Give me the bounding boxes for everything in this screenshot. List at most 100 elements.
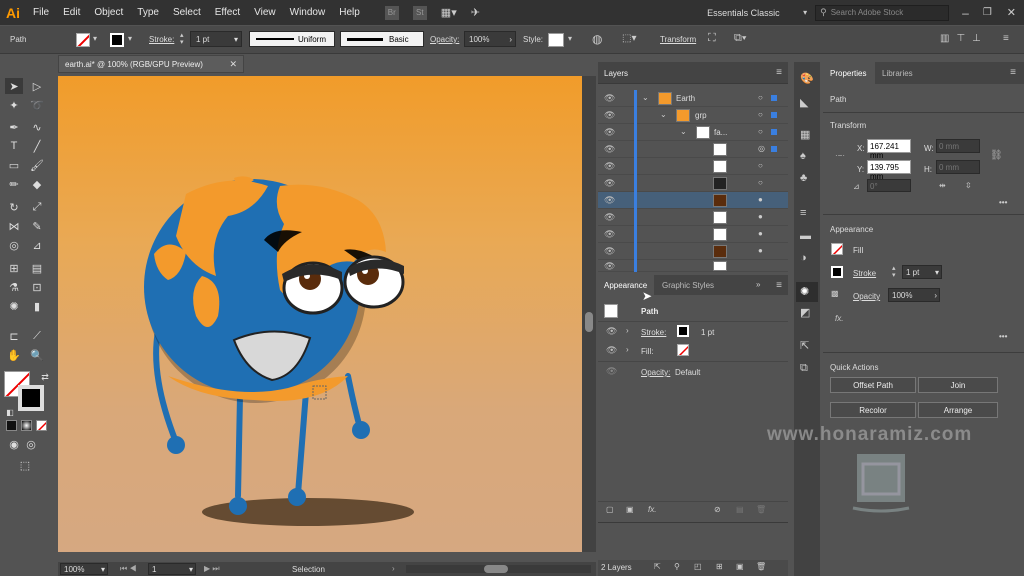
draw-behind-icon[interactable]: ◎ [22,436,40,452]
stroke-weight-field[interactable]: 1 pt ▾ [190,31,242,47]
line-tool-icon[interactable]: ╱ [28,138,46,154]
target-circle-icon[interactable]: ● [758,195,763,204]
rotate-tool-icon[interactable]: ↻ [5,199,23,215]
more-options-icon[interactable]: ••• [999,332,1007,341]
color-mode-icon[interactable] [6,420,17,431]
expand-chevron-icon[interactable]: ⌄ [660,110,667,119]
fill-attribute-swatch[interactable] [677,344,689,356]
minimize-icon[interactable]: – [962,6,969,20]
selection-indicator[interactable] [771,95,777,101]
column-graph-tool-icon[interactable]: ▮ [28,298,46,314]
stroke-link-label[interactable]: Stroke [853,269,876,278]
status-arrow-icon[interactable]: › [392,564,395,573]
layers-tab[interactable]: Layers [604,69,628,78]
mesh-tool-icon[interactable]: ⊞ [5,260,23,276]
graphic-style-swatch[interactable] [548,33,564,47]
arrange-documents-icon[interactable]: ▦▾ [441,6,457,19]
visibility-eye-icon[interactable]: 👁 [604,261,615,272]
artboard-nav-first-icon[interactable]: ⏮ ◀ [120,564,137,574]
artboard-tool-icon[interactable]: ⊏ [5,328,23,344]
curvature-tool-icon[interactable]: ∿ [28,119,46,135]
layer-row[interactable]: 👁 ● [598,226,788,243]
eraser-tool-icon[interactable]: ◆ [28,176,46,192]
horizontal-scrollbar[interactable] [406,565,591,573]
more-options-icon[interactable]: ••• [999,198,1007,207]
selection-indicator[interactable] [771,146,777,152]
brushes-icon[interactable]: ♠ [800,150,806,162]
target-circle-icon[interactable]: ○ [758,127,763,136]
search-field[interactable]: ⚲ Search Adobe Stock [815,4,950,21]
menu-file[interactable]: File [26,0,56,25]
opacity-label[interactable]: Opacity: [430,35,459,44]
selection-tool-icon[interactable]: ➤ [5,78,23,94]
menu-window[interactable]: Window [283,0,333,25]
symbols-icon[interactable]: ♣ [800,172,807,184]
stock-icon[interactable]: St [412,5,427,20]
constrain-proportions-icon[interactable]: ⛓ [990,150,1003,161]
align-icons[interactable]: ▥⊤⊥ [940,33,988,44]
menu-select[interactable]: Select [166,0,208,25]
layer-row[interactable]: 👁 ● [598,243,788,260]
w-field[interactable]: 0 mm [936,139,980,153]
expand-chevron-icon[interactable]: ⌄ [680,127,687,136]
maximize-icon[interactable]: ❐ [983,7,992,18]
stroke-attribute-row[interactable]: 👁 › Stroke: 1 pt [598,321,788,341]
scrollbar-thumb[interactable] [585,312,593,332]
gradient-mode-icon[interactable] [21,420,32,431]
stroke-attribute-swatch[interactable] [677,325,689,337]
none-mode-icon[interactable] [36,420,47,431]
fill-swatch[interactable] [76,33,90,47]
opacity-field-properties[interactable]: 100% › [888,288,940,302]
menu-edit[interactable]: Edit [56,0,87,25]
visibility-eye-icon[interactable]: 👁 [604,178,615,189]
close-icon[interactable]: ✕ [1007,6,1016,19]
rectangle-tool-icon[interactable]: ▭ [5,157,23,173]
transparency-icon[interactable]: ◑ [800,252,807,264]
angle-field[interactable]: 0° [867,179,911,192]
selection-indicator[interactable] [771,129,777,135]
arrange-button[interactable]: Arrange [918,402,998,418]
visibility-eye-icon[interactable]: 👁 [604,229,615,240]
perspective-grid-tool-icon[interactable]: ⊿ [28,237,46,253]
screen-mode-icon[interactable]: ⬚ [16,457,34,473]
eyedropper-tool-icon[interactable]: ⚗ [5,279,23,295]
isolate-icon[interactable]: ⛶ [708,32,716,45]
width-tool-icon[interactable]: ⋈ [5,218,23,234]
color-guide-icon[interactable]: ◣ [800,96,808,109]
expand-arrow-icon[interactable]: › [626,345,629,354]
hand-tool-icon[interactable]: ✋ [5,347,23,363]
opacity-attribute-label[interactable]: Opacity: [641,368,670,377]
add-effect-icon[interactable]: fx. [648,505,656,514]
visibility-eye-icon[interactable]: 👁 [606,345,617,356]
blend-tool-icon[interactable]: ⊡ [28,279,46,295]
color-panel-icon[interactable]: 🎨 [800,72,814,85]
visibility-eye-icon[interactable]: 👁 [606,326,617,337]
offset-path-button[interactable]: Offset Path [830,377,916,393]
flip-vertical-icon[interactable]: ⇳ [965,181,972,190]
appearance-menu-icon[interactable]: ≡ [776,280,782,291]
stroke-swatch-properties[interactable] [831,266,843,278]
swap-colors-icon[interactable]: ⇄ [36,369,54,385]
visibility-eye-icon[interactable]: 👁 [604,127,615,138]
lasso-tool-icon[interactable]: ➰ [28,97,46,113]
add-effect-fx-icon[interactable]: fx. [835,314,843,323]
align-to-icon[interactable]: ⬚▾ [622,33,636,44]
new-layer-icon[interactable]: ▣ [736,562,744,571]
earth-character-artwork[interactable] [58,76,582,552]
layer-row[interactable]: 👁 ○ [598,158,788,175]
target-circle-icon[interactable]: ○ [758,178,763,187]
fill-swatch-properties[interactable] [831,243,843,255]
add-stroke-icon[interactable]: ▢ [606,505,614,514]
artboard-canvas[interactable] [58,76,582,552]
direct-selection-tool-icon[interactable]: ▷ [28,78,46,94]
zoom-field[interactable]: 100% ▾ [60,563,108,575]
menu-view[interactable]: View [247,0,283,25]
opacity-attribute-row[interactable]: 👁 Opacity: Default [598,361,788,381]
layer-row[interactable]: 👁 ⌄ Earth ○ [598,90,788,107]
visibility-eye-icon[interactable]: 👁 [606,366,617,377]
target-circle-icon[interactable]: ● [758,246,763,255]
workspace-switcher[interactable]: Essentials Classic [707,8,803,18]
pencil-tool-icon[interactable]: ✏ [5,176,23,192]
stroke-color-swatch[interactable] [18,385,44,411]
gradient-panel-icon[interactable]: ▬ [800,230,811,242]
